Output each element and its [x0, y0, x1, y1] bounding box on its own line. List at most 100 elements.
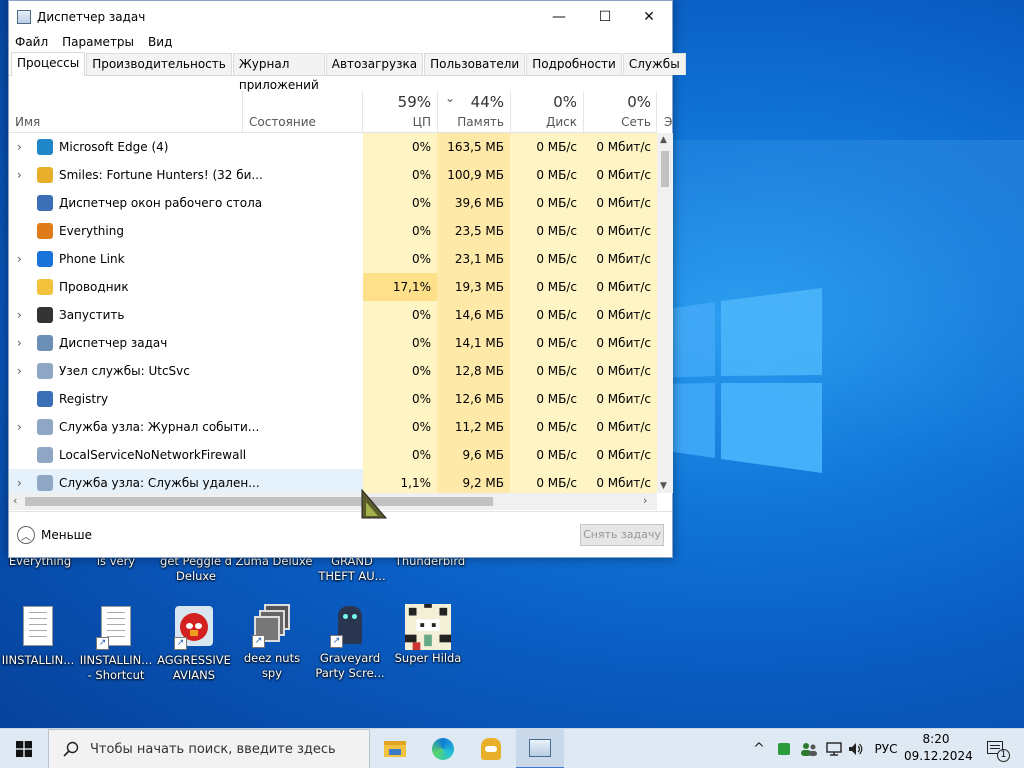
table-row[interactable]: LocalServiceNoNetworkFirewall 0% 9,6 МБ 0 М… [9, 441, 657, 469]
process-cpu: 0% [363, 301, 437, 329]
tray-network[interactable] [824, 729, 844, 768]
vertical-scrollbar[interactable]: ▲ ▼ [657, 133, 673, 493]
table-row[interactable]: Диспетчер окон рабочего стола 0% 39,6 МБ 0 … [9, 189, 657, 217]
process-disk: 0 МБ/с [510, 133, 583, 161]
network-total: 0% [627, 93, 651, 111]
network-monitor-icon [826, 742, 842, 756]
table-row[interactable]: Проводник 17,1% 19,3 МБ 0 МБ/с 0 Мбит/с [9, 273, 657, 301]
tab-strip: Процессы Производительность Журнал прило… [9, 52, 686, 92]
table-row[interactable]: Registry 0% 12,6 МБ 0 МБ/с 0 Мбит/с [9, 385, 657, 413]
desktop-icon-label: Graveyard Party Scre... [315, 651, 385, 680]
process-disk: 0 МБ/с [510, 217, 583, 245]
text-file-shortcut-icon: ↗ [96, 606, 136, 650]
tab-startup[interactable]: Автозагрузка [325, 53, 424, 75]
desktop-label-gta[interactable]: GRAND THEFT AU... [312, 554, 392, 584]
process-name: Smiles: Fortune Hunters! (32 би... [59, 168, 263, 182]
clock[interactable]: 8:20 09.12.2024 [904, 731, 973, 767]
table-row[interactable]: › Smiles: Fortune Hunters! (32 би... 0% 100… [9, 161, 657, 189]
action-center-button[interactable]: 1 [976, 729, 1016, 768]
end-task-button[interactable]: Снять задачу [580, 524, 664, 546]
desktop-icon-super-hilda[interactable]: Super Hilda [390, 604, 466, 666]
taskbar-task-manager[interactable] [516, 729, 564, 768]
process-memory: 100,9 МБ [437, 161, 510, 189]
column-energy-label: Э [664, 115, 673, 129]
column-disk[interactable]: 0% Диск [510, 91, 583, 133]
taskbar-edge[interactable] [420, 729, 466, 768]
desktop-icon-deez-nuts-spy[interactable]: ↗ deez nuts spy [234, 604, 310, 681]
horizontal-scrollbar[interactable]: ‹ › [9, 493, 657, 510]
process-network: 0 Мбит/с [583, 329, 657, 357]
tray-overflow-chevron[interactable]: ^ [750, 729, 768, 768]
tab-users[interactable]: Пользователи [424, 53, 526, 75]
scroll-left-icon[interactable]: ‹ [13, 494, 17, 507]
close-button[interactable]: ✕ [626, 1, 672, 32]
minimize-button[interactable]: — [536, 1, 582, 32]
process-name: Узел службы: UtcSvc [59, 364, 190, 378]
clock-date: 09.12.2024 [904, 749, 973, 763]
task-manager-window[interactable]: Диспетчер задач — ☐ ✕ Файл Параметры Вид… [8, 0, 686, 558]
menu-view[interactable]: Вид [148, 35, 172, 49]
tray-green-icon[interactable] [776, 729, 792, 768]
tab-services[interactable]: Службы [622, 53, 686, 75]
table-row[interactable]: › Phone Link 0% 23,1 МБ 0 МБ/с 0 Мбит/с [9, 245, 657, 273]
vertical-scroll-thumb[interactable] [661, 151, 669, 187]
process-memory: 12,6 МБ [437, 385, 510, 413]
column-name[interactable]: Имя [9, 91, 241, 133]
desktop-icon-graveyard-party[interactable]: ↗ Graveyard Party Scre... [312, 604, 388, 681]
process-name: LocalServiceNoNetworkFirewall [59, 448, 247, 462]
tab-details[interactable]: Подробности [526, 53, 622, 75]
process-network: 0 Мбит/с [583, 469, 657, 493]
process-disk: 0 МБ/с [510, 161, 583, 189]
process-cpu: 0% [363, 413, 437, 441]
column-cpu[interactable]: 59% ЦП [363, 91, 437, 133]
column-status[interactable]: Состояние [243, 91, 363, 133]
table-row[interactable]: › Служба узла: Службы удален... 1,1% 9,2 МБ… [9, 469, 657, 493]
fewer-details-button[interactable]: ︿ Меньше [17, 526, 92, 544]
taskbar-smiles[interactable] [468, 729, 514, 768]
scroll-right-icon[interactable]: › [643, 494, 647, 507]
process-network: 0 Мбит/с [583, 245, 657, 273]
scroll-down-icon[interactable]: ▼ [660, 481, 667, 491]
memory-total: 44% [470, 93, 504, 111]
table-row[interactable]: Everything 0% 23,5 МБ 0 МБ/с 0 Мбит/с [9, 217, 657, 245]
tab-app-history[interactable]: Журнал приложений [232, 53, 325, 92]
scroll-up-icon[interactable]: ▲ [660, 135, 667, 145]
desktop-icon-aggressive-avians[interactable]: ↗ AGGRESSIVE AVIANS [156, 604, 232, 683]
tray-people-icon[interactable] [798, 729, 820, 768]
table-row[interactable]: › Диспетчер задач 0% 14,1 МБ 0 МБ/с 0 Мбит/с [9, 329, 657, 357]
search-box[interactable]: Чтобы начать поиск, введите здесь [48, 729, 370, 768]
horizontal-scroll-thumb[interactable] [25, 497, 493, 506]
table-row[interactable]: › Служба узла: Журнал событи... 0% 11,2 МБ 0… [9, 413, 657, 441]
process-name: Диспетчер задач [59, 336, 168, 350]
process-cpu: 0% [363, 245, 437, 273]
column-memory[interactable]: ⌄ 44% Память [437, 91, 510, 133]
tab-performance[interactable]: Производительность [86, 53, 232, 75]
process-network: 0 Мбит/с [583, 301, 657, 329]
process-network: 0 Мбит/с [583, 189, 657, 217]
desktop-icon-installing-shortcut[interactable]: ↗ IINSTALLIN... - Shortcut [78, 604, 154, 683]
process-disk: 0 МБ/с [510, 385, 583, 413]
title-bar[interactable]: Диспетчер задач — ☐ ✕ [9, 1, 672, 32]
people-icon [801, 743, 817, 756]
windows-wallpaper-logo [660, 288, 822, 473]
desktop-icon-label: AGGRESSIVE AVIANS [157, 653, 231, 682]
start-button[interactable] [0, 729, 48, 768]
green-app-icon [778, 743, 790, 755]
table-row[interactable]: › Запустить 0% 14,6 МБ 0 МБ/с 0 Мбит/с [9, 301, 657, 329]
tray-volume[interactable] [846, 729, 866, 768]
desktop-icon-installing[interactable]: IINSTALLIN... [0, 604, 76, 668]
table-row[interactable]: › Microsoft Edge (4) 0% 163,5 МБ 0 МБ/с 0 Мби… [9, 133, 657, 161]
column-network-label: Сеть [621, 115, 651, 129]
menu-file[interactable]: Файл [15, 35, 48, 49]
column-energy-partial[interactable]: Э [657, 91, 673, 133]
process-name: Microsoft Edge (4) [59, 140, 169, 154]
table-row[interactable]: › Узел службы: UtcSvc 0% 12,8 МБ 0 МБ/с 0 Мби… [9, 357, 657, 385]
maximize-button[interactable]: ☐ [582, 1, 628, 32]
process-memory: 14,6 МБ [437, 301, 510, 329]
taskbar-explorer[interactable] [372, 729, 418, 768]
column-network[interactable]: 0% Сеть [583, 91, 657, 133]
desktop-label-peggle[interactable]: get Peggle d Deluxe [156, 554, 236, 584]
language-indicator[interactable]: РУС [870, 729, 902, 768]
tab-processes[interactable]: Процессы [11, 52, 86, 76]
menu-options[interactable]: Параметры [62, 35, 134, 49]
